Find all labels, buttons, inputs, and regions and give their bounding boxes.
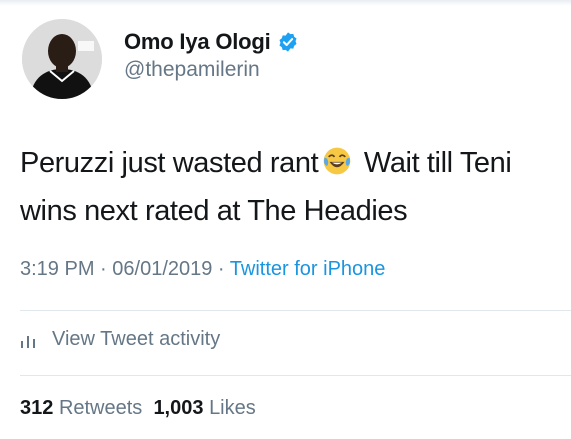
top-edge <box>0 0 571 6</box>
handle[interactable]: @thepamilerin <box>124 58 299 82</box>
verified-badge-icon <box>279 32 297 52</box>
tweet-text-part: Wait till Teni <box>356 147 512 179</box>
view-activity-label: View Tweet activity <box>52 328 221 350</box>
likes-count: 1,003 <box>153 397 204 419</box>
meta-separator: · <box>212 258 230 280</box>
tweet-time[interactable]: 3:19 PM <box>20 258 94 280</box>
author-info: Omo Iya Ologi @thepamilerin <box>124 29 299 82</box>
display-name-row: Omo Iya Ologi <box>124 29 299 55</box>
likes-label: Likes <box>209 397 256 419</box>
tweet-text: Peruzzi just wasted rant Wait till Teni w… <box>20 139 560 235</box>
tweet-source-link[interactable]: Twitter for iPhone <box>230 258 386 280</box>
divider <box>20 375 571 376</box>
retweets-stat[interactable]: 312 Retweets <box>20 397 142 419</box>
analytics-bars-icon <box>21 335 35 348</box>
divider <box>20 310 571 311</box>
likes-stat[interactable]: 1,003 Likes <box>153 397 255 419</box>
tweet-stats: 312 Retweets 1,003 Likes <box>20 397 256 420</box>
avatar[interactable] <box>22 19 102 99</box>
retweets-label: Retweets <box>58 397 143 419</box>
display-name[interactable]: Omo Iya Ologi <box>124 29 271 55</box>
tweet-meta: 3:19 PM · 06/01/2019 · Twitter for iPhon… <box>20 258 385 281</box>
meta-separator: · <box>94 258 113 280</box>
view-activity-button[interactable]: View Tweet activity <box>20 328 220 351</box>
retweets-count: 312 <box>20 397 54 419</box>
tweet-date[interactable]: 06/01/2019 <box>112 258 212 280</box>
tears-of-joy-emoji-icon <box>323 147 351 175</box>
tweet-header: Omo Iya Ologi @thepamilerin <box>22 19 299 99</box>
avatar-image <box>22 19 102 99</box>
tweet-text-part: wins next rated at The Headies <box>20 195 408 227</box>
tweet-text-part: Peruzzi just wasted rant <box>20 147 319 179</box>
